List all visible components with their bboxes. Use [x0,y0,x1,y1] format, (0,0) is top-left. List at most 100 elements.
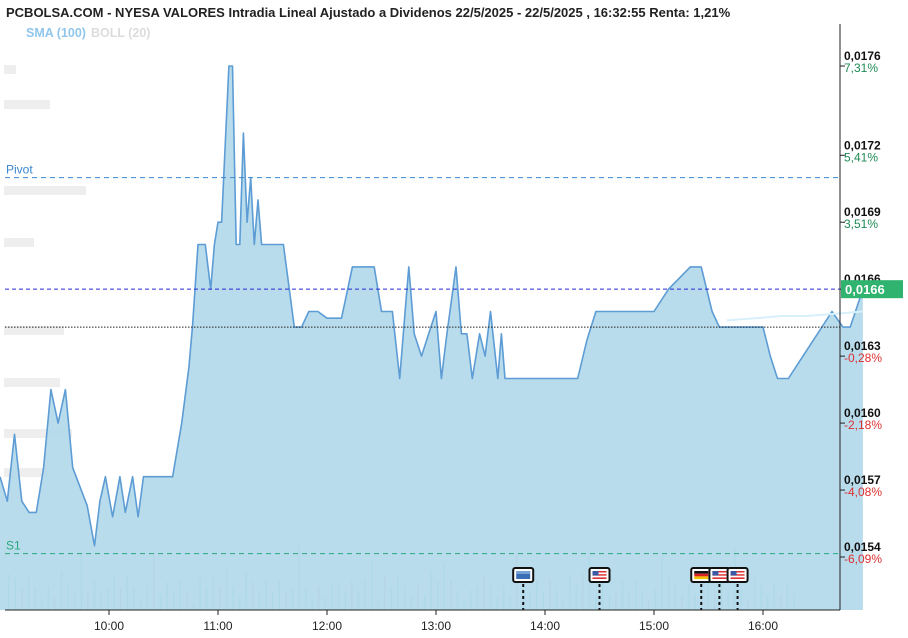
data-point[interactable] [204,243,207,246]
data-point[interactable] [484,355,487,358]
data-point[interactable] [562,377,565,380]
data-point[interactable] [42,466,45,469]
data-point[interactable] [504,377,507,380]
data-point[interactable] [49,388,52,391]
data-point[interactable] [316,310,319,313]
data-point[interactable] [142,475,145,478]
data-point[interactable] [111,515,114,518]
data-point[interactable] [787,377,790,380]
data-point[interactable] [148,475,151,478]
data-point[interactable] [257,198,260,201]
data-point[interactable] [187,366,190,369]
data-point[interactable] [373,265,376,268]
data-point[interactable] [35,511,38,514]
data-point[interactable] [496,377,499,380]
data-point[interactable] [700,265,703,268]
data-point[interactable] [841,326,844,329]
data-point[interactable] [13,433,16,436]
level-label-pivot: Pivot [6,163,33,177]
x-tick-label: 13:00 [421,619,451,633]
data-point[interactable] [253,243,256,246]
data-point[interactable] [802,355,805,358]
data-point[interactable] [260,243,263,246]
data-point[interactable] [653,310,656,313]
data-point[interactable] [213,243,216,246]
data-point[interactable] [420,355,423,358]
data-point[interactable] [413,332,416,335]
data-point[interactable] [391,310,394,313]
data-point[interactable] [398,377,401,380]
data-point[interactable] [613,310,616,313]
data-point[interactable] [362,265,365,268]
data-point[interactable] [137,515,140,518]
data-point[interactable] [427,332,430,335]
data-point[interactable] [227,65,230,68]
data-point[interactable] [465,332,468,335]
data-point[interactable] [831,310,834,313]
data-point[interactable] [711,310,714,313]
data-point[interactable] [689,265,692,268]
data-point[interactable] [93,544,96,547]
data-point[interactable] [64,388,67,391]
level-label-s1: S1 [6,539,21,553]
data-point[interactable] [28,511,31,514]
data-point[interactable] [197,243,200,246]
data-point[interactable] [57,422,60,425]
data-point[interactable] [380,310,383,313]
data-point[interactable] [131,475,134,478]
data-point[interactable] [220,221,223,224]
data-point[interactable] [471,377,474,380]
data-point[interactable] [631,310,634,313]
data-point[interactable] [489,310,492,313]
data-point[interactable] [849,326,852,329]
y-tick-pct: 7,31% [844,61,878,75]
data-point[interactable] [769,355,772,358]
data-point[interactable] [217,221,220,224]
data-point[interactable] [340,317,343,320]
data-point[interactable] [816,332,819,335]
data-point[interactable] [513,377,516,380]
data-point[interactable] [104,475,107,478]
data-point[interactable] [238,243,241,246]
data-point[interactable] [307,310,310,313]
data-point[interactable] [594,310,597,313]
data-point[interactable] [460,332,463,335]
data-point[interactable] [445,332,448,335]
data-point[interactable] [20,500,23,503]
data-point[interactable] [407,265,410,268]
data-point[interactable] [118,475,121,478]
data-point[interactable] [171,475,174,478]
data-point[interactable] [246,221,249,224]
data-point[interactable] [329,317,332,320]
data-point[interactable] [500,332,503,335]
data-point[interactable] [455,265,458,268]
data-point[interactable] [71,466,74,469]
data-point[interactable] [525,377,528,380]
data-point[interactable] [544,377,547,380]
data-point[interactable] [576,377,579,380]
data-point[interactable] [231,65,234,68]
data-point[interactable] [351,265,354,268]
data-point[interactable] [404,310,407,313]
data-point[interactable] [478,332,481,335]
data-point[interactable] [124,511,127,514]
current-price-badge: 0,0166 [841,280,903,299]
data-point[interactable] [585,339,588,342]
data-point[interactable] [242,132,245,135]
data-point[interactable] [86,504,89,507]
data-point[interactable] [235,243,238,246]
data-point[interactable] [6,500,9,503]
data-point[interactable] [0,475,2,478]
data-point[interactable] [435,310,438,313]
data-point[interactable] [667,288,670,291]
price-area [0,66,863,610]
intraday-chart: PivotS1 0,01767,31%0,01725,41%0,01693,51… [0,24,903,633]
data-point[interactable] [776,377,779,380]
data-point[interactable] [180,422,183,425]
data-point[interactable] [98,500,101,503]
data-point[interactable] [440,377,443,380]
data-point[interactable] [282,243,285,246]
data-point[interactable] [191,323,194,326]
data-point[interactable] [605,310,608,313]
data-point[interactable] [326,317,329,320]
